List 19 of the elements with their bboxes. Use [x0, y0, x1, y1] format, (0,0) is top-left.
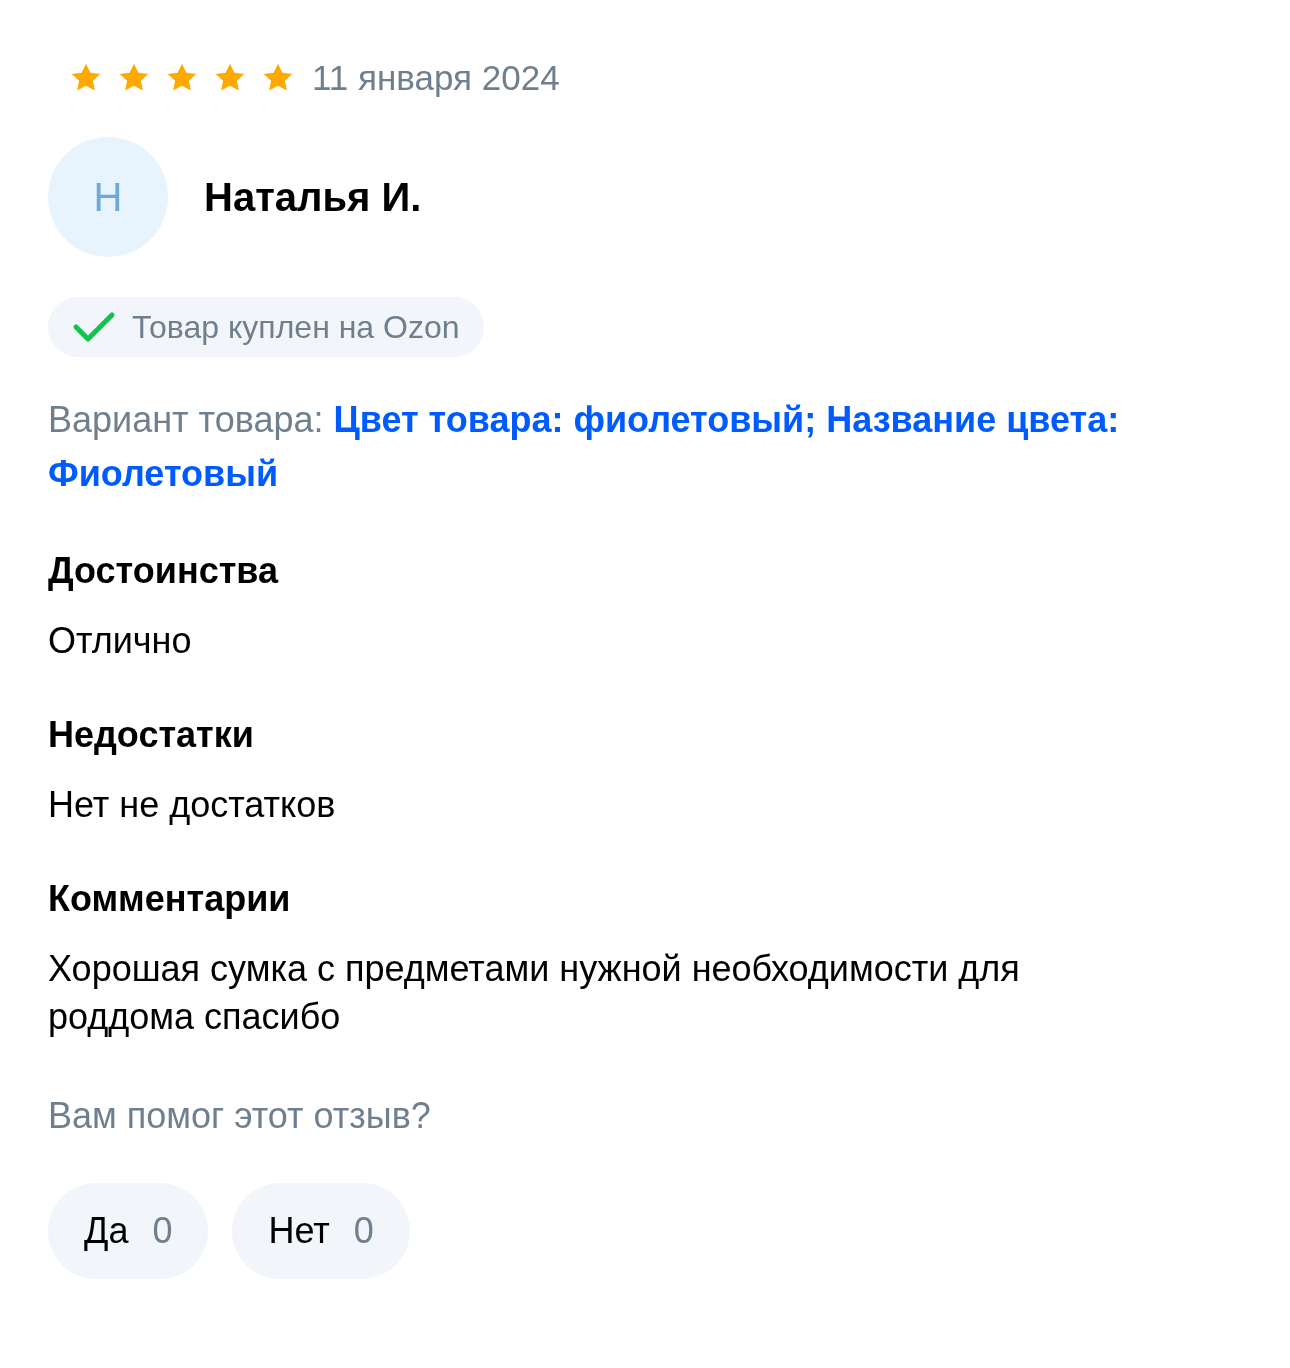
author-name: Наталья И.: [204, 173, 422, 221]
section-text: Отлично: [48, 618, 193, 663]
variant-text: Вариант товара: Цвет товара: фиолетовый; Название цвета: Фиолетовый: [48, 397, 1121, 496]
vote-count: 0: [353, 1208, 374, 1253]
section-text: Хорошая сумка с предметами нужной необходимости для роддома спасибо: [48, 946, 1021, 1039]
section-title: Недостатки: [48, 712, 255, 757]
vote-button[interactable]: Да 0: [48, 1182, 209, 1279]
section-text: Нет не достатков: [48, 782, 337, 827]
vote-label: Да: [84, 1208, 129, 1253]
section-title: Достоинства: [48, 548, 280, 593]
section-title: Комментарии: [48, 876, 292, 921]
vote-button[interactable]: Нет 0: [232, 1182, 410, 1279]
check-icon: [72, 310, 116, 343]
badge-text: Товар куплен на Ozon: [132, 307, 460, 347]
vote-count: 0: [152, 1208, 173, 1253]
avatar: Н: [48, 136, 168, 257]
helpful-question: Вам помог этот отзыв?: [48, 1093, 432, 1138]
review-date: 11 января 2024: [312, 57, 560, 99]
vote-label: Нет: [268, 1208, 330, 1253]
